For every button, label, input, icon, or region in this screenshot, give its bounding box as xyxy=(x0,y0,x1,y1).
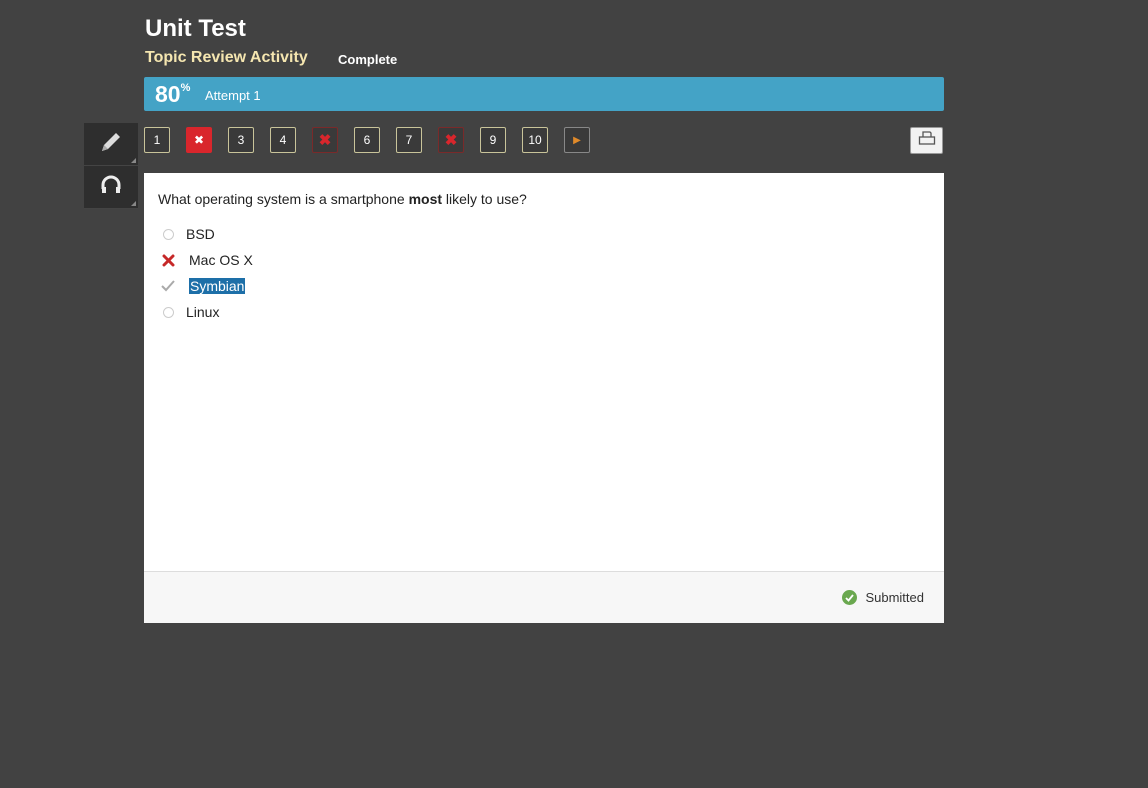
question-emphasis: most xyxy=(408,191,443,207)
question-1-button[interactable]: 1 xyxy=(144,127,170,153)
answer-option-linux[interactable]: Linux xyxy=(160,304,219,320)
tool-panel xyxy=(84,123,138,209)
audio-tool-button[interactable] xyxy=(84,166,138,209)
expand-corner xyxy=(131,201,136,206)
score: 80% xyxy=(155,81,190,108)
headphones-icon xyxy=(98,172,124,203)
question-text: What operating system is a smartphone mo… xyxy=(158,191,527,207)
print-icon xyxy=(918,130,936,151)
question-10-button[interactable]: 10 xyxy=(522,127,548,153)
percent-sign: % xyxy=(180,82,191,95)
check-circle-icon xyxy=(842,590,858,605)
activity-title: Topic Review Activity xyxy=(145,49,308,66)
next-question-button[interactable]: ▶ xyxy=(564,127,590,153)
score-value: 80 xyxy=(155,81,181,107)
print-button[interactable] xyxy=(910,127,943,154)
question-7-button[interactable]: 7 xyxy=(396,127,422,153)
radio-icon xyxy=(160,226,176,242)
incorrect-x-icon xyxy=(160,252,176,268)
attempt-label: Attempt 1 xyxy=(205,88,261,103)
pencil-icon xyxy=(98,129,124,160)
expand-corner xyxy=(131,158,136,163)
option-label: Linux xyxy=(186,304,220,320)
question-2-button-current-wrong[interactable]: ✖ xyxy=(186,127,212,153)
panel-footer: Submitted xyxy=(144,571,944,623)
activity-status: Complete xyxy=(338,52,398,67)
score-bar: 80% Attempt 1 xyxy=(144,77,944,111)
correct-check-icon xyxy=(160,278,176,294)
question-3-button[interactable]: 3 xyxy=(228,127,254,153)
answer-option-symbian[interactable]: Symbian xyxy=(160,278,246,294)
question-4-button[interactable]: 4 xyxy=(270,127,296,153)
submitted-label: Submitted xyxy=(865,590,924,605)
answer-option-bsd[interactable]: BSD xyxy=(160,226,215,242)
radio-icon xyxy=(160,304,176,320)
question-5-button-wrong[interactable]: ✖ xyxy=(312,127,338,153)
option-label: Mac OS X xyxy=(189,252,253,268)
question-panel: What operating system is a smartphone mo… xyxy=(144,173,944,623)
pencil-tool-button[interactable] xyxy=(84,123,138,166)
question-8-button-wrong[interactable]: ✖ xyxy=(438,127,464,153)
option-label-selected: Symbian xyxy=(189,278,246,294)
option-label: BSD xyxy=(186,226,215,242)
question-text-start: What operating system is a smartphone xyxy=(158,191,409,207)
page-title: Unit Test xyxy=(145,15,246,42)
submitted-status: Submitted xyxy=(842,590,924,605)
question-navigation: 1 ✖ 3 4 ✖ 6 7 ✖ 9 10 ▶ xyxy=(144,127,606,153)
answer-option-macosx[interactable]: Mac OS X xyxy=(160,252,253,268)
question-text-end: likely to use? xyxy=(442,191,527,207)
question-6-button[interactable]: 6 xyxy=(354,127,380,153)
question-9-button[interactable]: 9 xyxy=(480,127,506,153)
